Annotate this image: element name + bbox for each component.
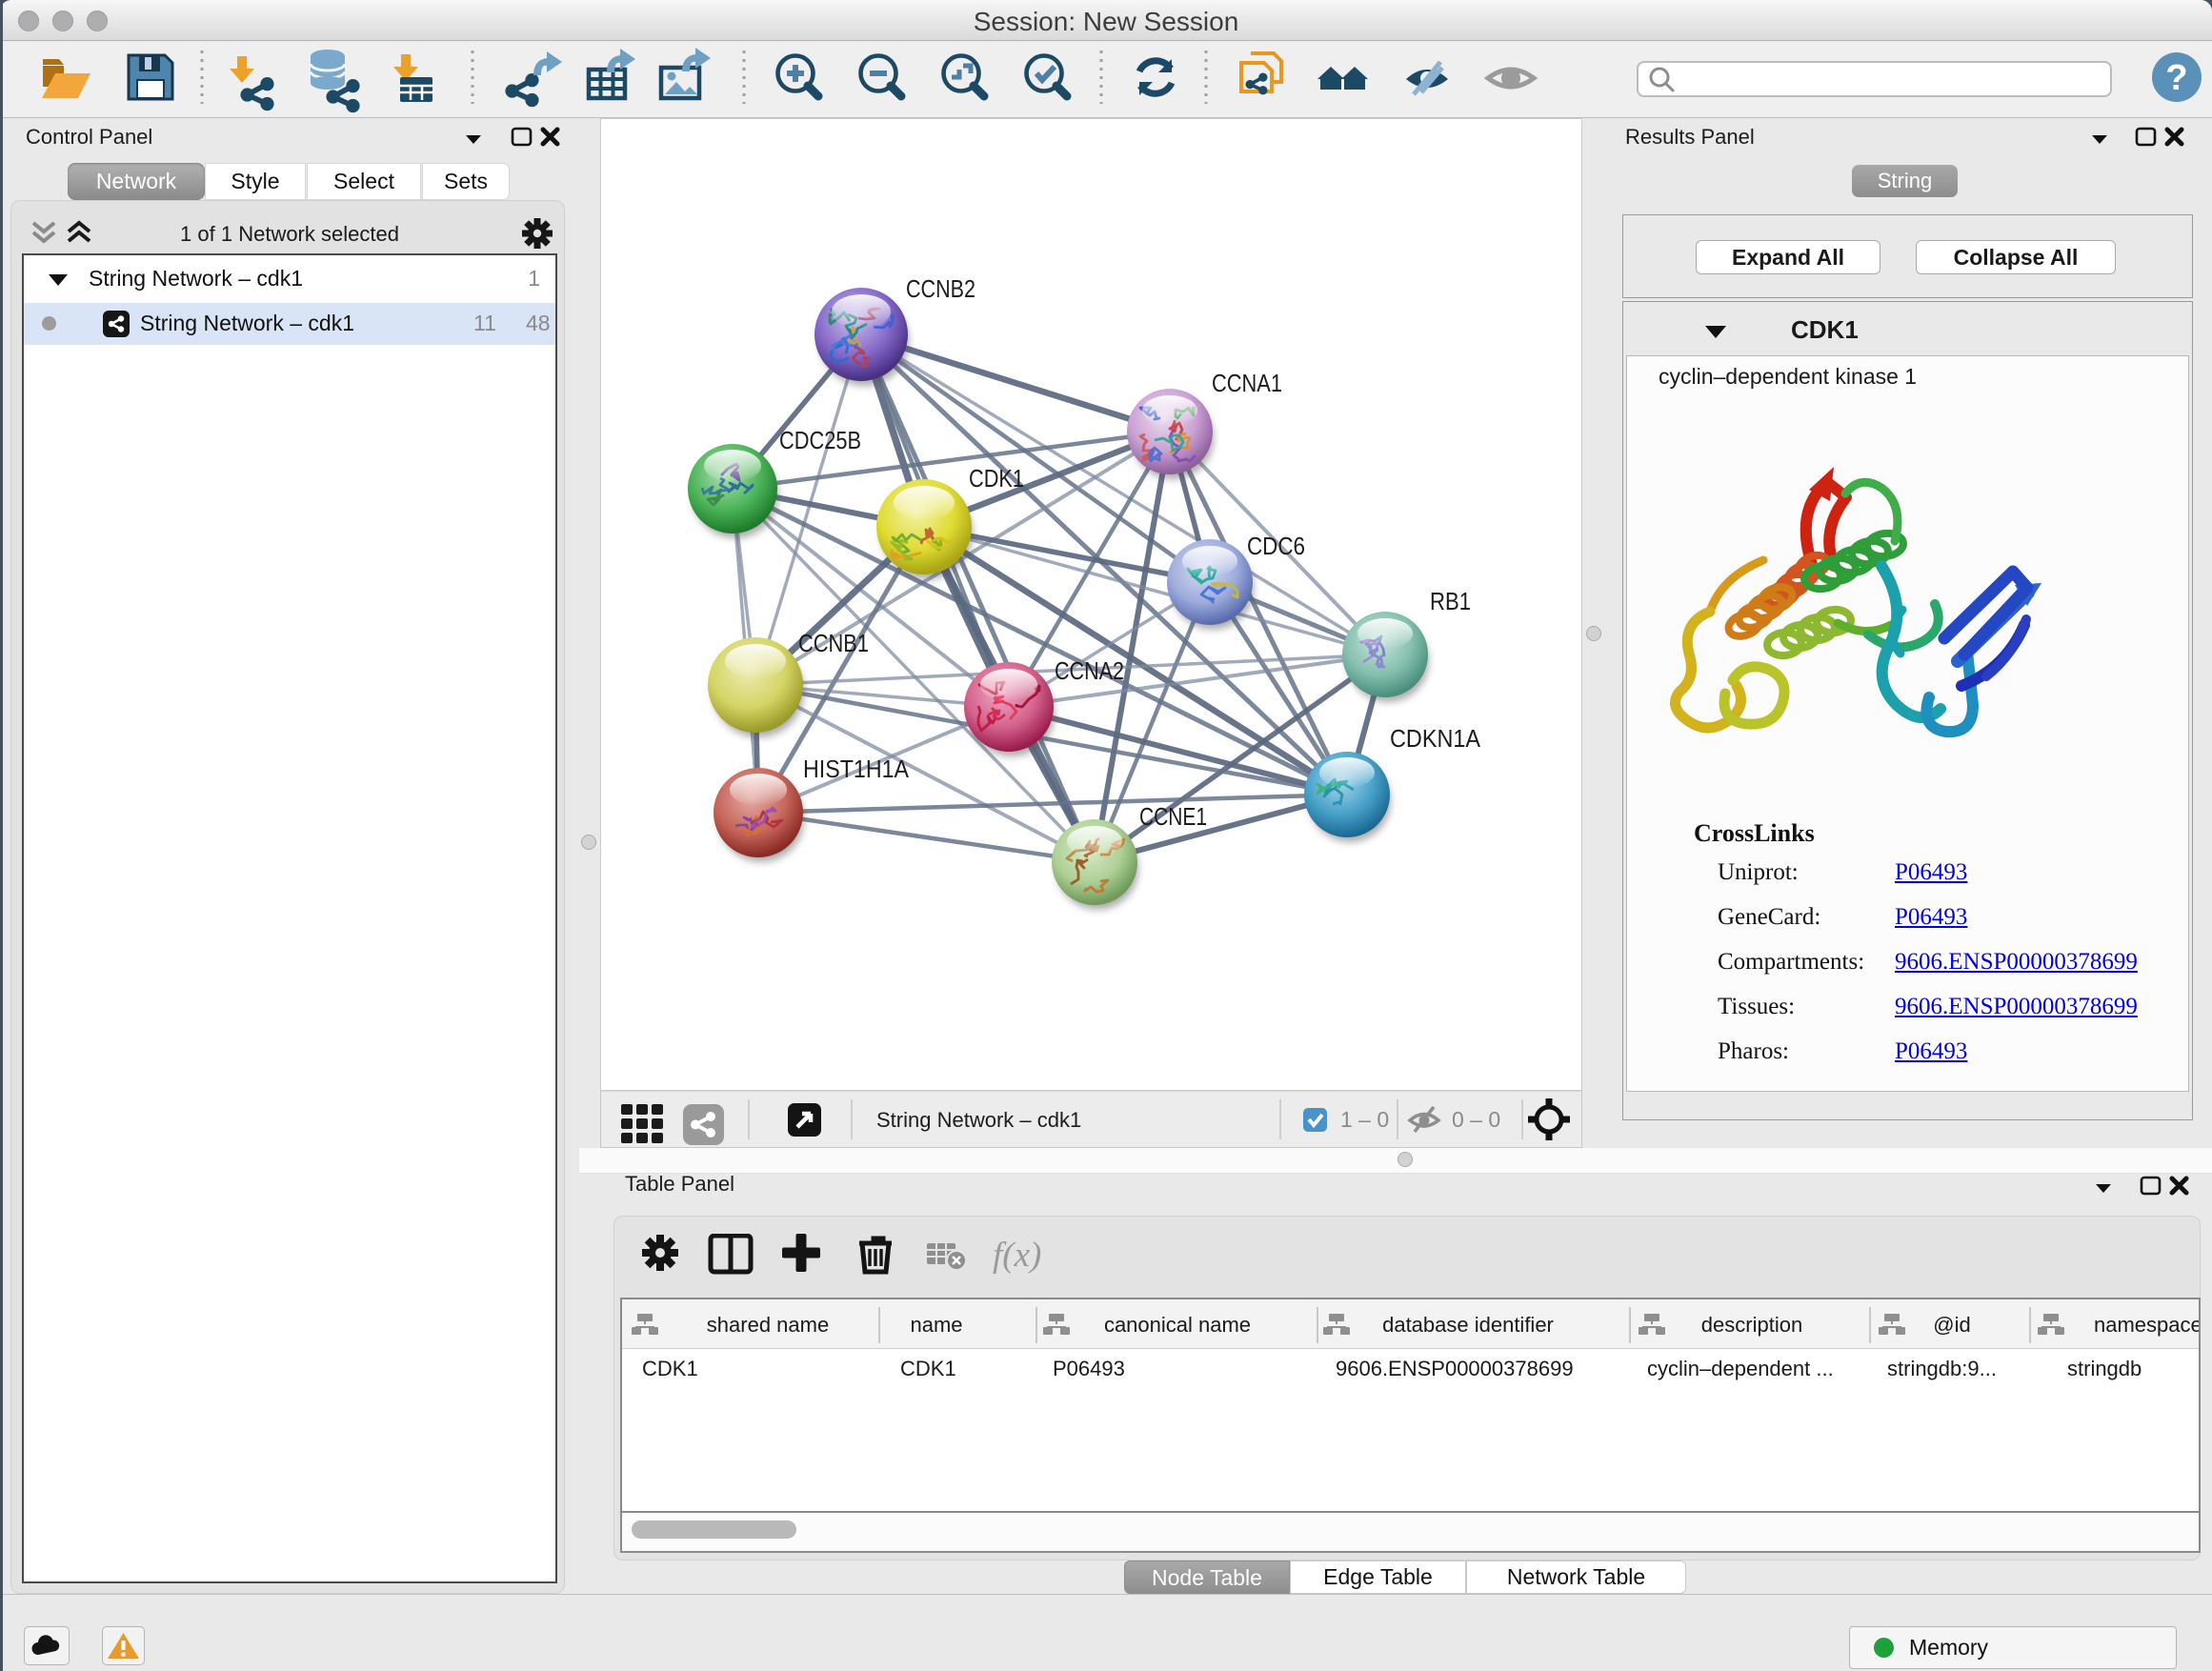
svg-text:1 of 1 Network selected: 1 of 1 Network selected — [180, 222, 399, 246]
svg-text:@id: @id — [1933, 1313, 1970, 1337]
svg-text:canonical name: canonical name — [1104, 1313, 1251, 1337]
svg-text:0 – 0: 0 – 0 — [1452, 1107, 1500, 1132]
svg-text:f(x): f(x) — [993, 1236, 1041, 1275]
svg-text:name: name — [910, 1313, 962, 1337]
svg-text:CCNA2: CCNA2 — [1055, 656, 1124, 685]
svg-text:CDKN1A: CDKN1A — [1390, 724, 1481, 753]
svg-text:description: description — [1701, 1313, 1802, 1337]
svg-text:1 – 0: 1 – 0 — [1340, 1107, 1389, 1132]
svg-text:CDK1: CDK1 — [969, 464, 1024, 493]
svg-text:database identifier: database identifier — [1382, 1313, 1554, 1337]
svg-text:namespace: namespace — [2094, 1313, 2199, 1337]
svg-text:shared name: shared name — [707, 1313, 829, 1337]
svg-text:CCNA1: CCNA1 — [1212, 369, 1282, 397]
svg-text:CDC6: CDC6 — [1247, 532, 1305, 560]
svg-text:CCNB2: CCNB2 — [906, 274, 975, 303]
svg-text:RB1: RB1 — [1430, 587, 1471, 615]
svg-text:String Network – cdk1: String Network – cdk1 — [876, 1108, 1081, 1132]
svg-text:HIST1H1A: HIST1H1A — [803, 755, 910, 783]
svg-text:CCNB1: CCNB1 — [798, 629, 869, 657]
svg-text:CCNE1: CCNE1 — [1139, 802, 1207, 831]
svg-text:?: ? — [2165, 58, 2187, 98]
svg-text:CDC25B: CDC25B — [779, 426, 861, 454]
